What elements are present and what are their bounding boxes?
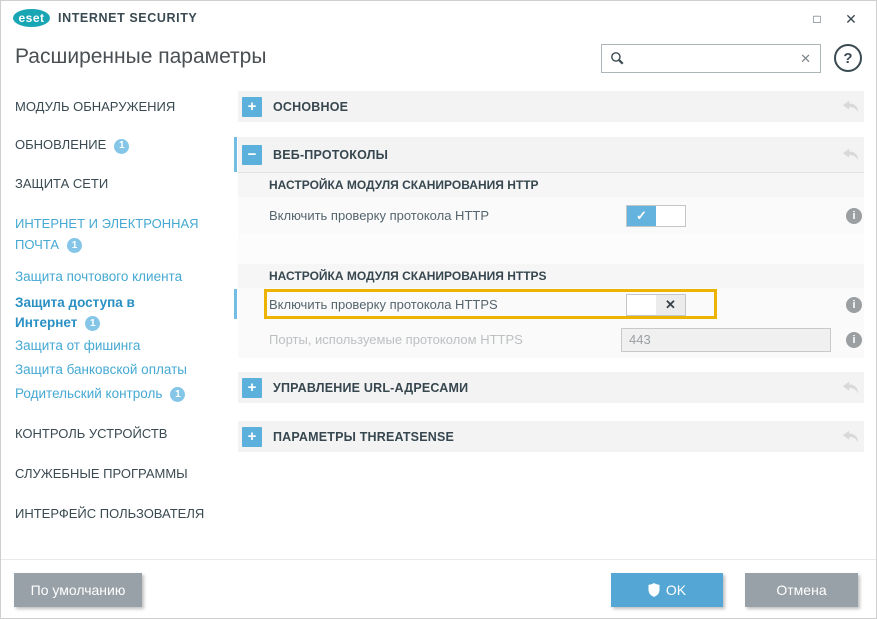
sidebar-item-label: ОБНОВЛЕНИЕ xyxy=(15,137,106,152)
info-icon[interactable]: i xyxy=(846,332,862,348)
sidebar-item-network-protection[interactable]: ЗАЩИТА СЕТИ xyxy=(15,176,226,192)
group-gap xyxy=(238,234,864,264)
sidebar-item-label: ИНТЕРНЕТ И ЭЛЕКТРОННАЯ ПОЧТА xyxy=(15,216,199,252)
collapse-icon[interactable]: − xyxy=(242,145,262,165)
sidebar: МОДУЛЬ ОБНАРУЖЕНИЯ ОБНОВЛЕНИЕ 1 ЗАЩИТА СЕ… xyxy=(1,91,238,559)
section-header-threatsense[interactable]: + ПАРАМЕТРЫ THREATSENSE xyxy=(238,421,864,452)
section-title: УПРАВЛЕНИЕ URL-АДРЕСАМИ xyxy=(273,381,468,395)
sidebar-item-anti-phishing[interactable]: Защита от фишинга xyxy=(15,338,226,354)
notification-badge: 1 xyxy=(170,387,185,402)
settings-panel: + ОСНОВНОЕ − ВЕБ-ПРОТОКОЛЫ НАСТР xyxy=(238,91,864,452)
titlebar: eset INTERNET SECURITY □ ✕ xyxy=(1,1,876,37)
default-button[interactable]: По умолчанию xyxy=(14,573,142,607)
section-title: ВЕБ-ПРОТОКОЛЫ xyxy=(273,148,388,162)
https-ports-input xyxy=(621,328,831,352)
notification-badge: 1 xyxy=(114,139,129,154)
toggle-http-scanning[interactable]: ✓ xyxy=(626,205,686,227)
eset-logo-icon: eset xyxy=(13,9,50,27)
notification-badge: 1 xyxy=(85,316,100,331)
sidebar-item-label: ИНТЕРФЕЙС ПОЛЬЗОВАТЕЛЯ xyxy=(15,506,204,521)
sidebar-item-parental-control[interactable]: Родительский контроль 1 xyxy=(15,386,226,403)
sidebar-item-update[interactable]: ОБНОВЛЕНИЕ 1 xyxy=(15,137,226,154)
ok-button[interactable]: OK xyxy=(611,573,723,607)
sidebar-item-web-access-protection[interactable]: Защита доступа в Интернет1 xyxy=(15,293,175,333)
section-web-protocols: − ВЕБ-ПРОТОКОЛЫ НАСТРОЙКА МОДУЛЯ СКАНИРО… xyxy=(238,137,864,358)
sidebar-item-web-and-email[interactable]: ИНТЕРНЕТ И ЭЛЕКТРОННАЯ ПОЧТА1 xyxy=(15,213,220,255)
group-header-http: НАСТРОЙКА МОДУЛЯ СКАНИРОВАНИЯ HTTP xyxy=(238,173,864,197)
group-header-https: НАСТРОЙКА МОДУЛЯ СКАНИРОВАНИЯ HTTPS xyxy=(238,264,864,288)
sidebar-item-banking-protection[interactable]: Защита банковской оплаты xyxy=(15,362,226,378)
sidebar-item-label: МОДУЛЬ ОБНАРУЖЕНИЯ xyxy=(15,99,175,114)
revert-icon[interactable] xyxy=(842,381,859,394)
section-gap xyxy=(238,403,864,421)
setting-row-https-ports: Порты, используемые протоколом HTTPS i xyxy=(238,321,864,358)
cancel-button[interactable]: Отмена xyxy=(745,573,858,607)
section-gap xyxy=(238,122,864,137)
search-clear-icon[interactable]: ✕ xyxy=(800,51,811,67)
close-button[interactable]: ✕ xyxy=(838,7,864,31)
search-box[interactable]: ✕ xyxy=(601,44,821,73)
sidebar-item-label: СЛУЖЕБНЫЕ ПРОГРАММЫ xyxy=(15,466,188,481)
section-gap xyxy=(238,358,864,372)
footer-bar: По умолчанию OK Отмена xyxy=(1,559,876,618)
section-title: ПАРАМЕТРЫ THREATSENSE xyxy=(273,430,454,444)
setting-label: Включить проверку протокола HTTP xyxy=(238,208,489,223)
shield-icon xyxy=(648,583,660,597)
sidebar-item-label: КОНТРОЛЬ УСТРОЙСТВ xyxy=(15,426,167,441)
toggle-on-half: ✓ xyxy=(627,206,656,226)
expand-icon[interactable]: + xyxy=(242,427,262,447)
sidebar-item-tools[interactable]: СЛУЖЕБНЫЕ ПРОГРАММЫ xyxy=(15,466,226,482)
setting-row-http-scanning: Включить проверку протокола HTTP ✓ i xyxy=(238,197,864,234)
section-title: ОСНОВНОЕ xyxy=(273,100,348,114)
setting-row-https-scanning: Включить проверку протокола HTTPS ✕ i xyxy=(238,288,864,321)
toggle-off-half xyxy=(656,206,685,226)
notification-badge: 1 xyxy=(67,238,82,253)
product-title: INTERNET SECURITY xyxy=(58,11,197,25)
revert-icon[interactable] xyxy=(842,148,859,161)
toggle-https-scanning[interactable]: ✕ xyxy=(626,294,686,316)
expand-icon[interactable]: + xyxy=(242,378,262,398)
toggle-on-half xyxy=(627,295,656,315)
info-icon[interactable]: i xyxy=(846,297,862,313)
sidebar-item-device-control[interactable]: КОНТРОЛЬ УСТРОЙСТВ xyxy=(15,426,226,442)
sidebar-item-label: Родительский контроль xyxy=(15,386,162,401)
sidebar-item-user-interface[interactable]: ИНТЕРФЕЙС ПОЛЬЗОВАТЕЛЯ xyxy=(15,506,226,522)
sidebar-item-label: ЗАЩИТА СЕТИ xyxy=(15,176,108,191)
sidebar-item-email-client-protection[interactable]: Защита почтового клиента xyxy=(15,269,226,285)
revert-icon[interactable] xyxy=(842,430,859,443)
toggle-off-half: ✕ xyxy=(656,295,685,315)
search-icon xyxy=(610,51,625,66)
sidebar-item-detection-engine[interactable]: МОДУЛЬ ОБНАРУЖЕНИЯ xyxy=(15,99,226,115)
search-input[interactable] xyxy=(631,51,791,66)
cancel-button-label: Отмена xyxy=(776,582,826,598)
eset-settings-window: eset INTERNET SECURITY □ ✕ Расширенные п… xyxy=(0,0,877,619)
help-icon[interactable]: ? xyxy=(834,44,862,72)
eset-logo: eset INTERNET SECURITY xyxy=(13,9,197,27)
page-title: Расширенные параметры xyxy=(15,45,266,69)
sidebar-item-label: Защита почтового клиента xyxy=(15,269,182,284)
ok-button-label: OK xyxy=(666,582,686,598)
revert-icon[interactable] xyxy=(842,100,859,113)
setting-label: Включить проверку протокола HTTPS xyxy=(238,297,498,312)
section-header-web-protocols[interactable]: − ВЕБ-ПРОТОКОЛЫ xyxy=(238,137,864,173)
sidebar-item-label: Защита от фишинга xyxy=(15,338,140,353)
sidebar-item-label: Защита доступа в Интернет xyxy=(15,295,135,330)
default-button-label: По умолчанию xyxy=(31,582,126,598)
section-header-url-management[interactable]: + УПРАВЛЕНИЕ URL-АДРЕСАМИ xyxy=(238,372,864,403)
section-header-basic[interactable]: + ОСНОВНОЕ xyxy=(238,91,864,122)
setting-label: Порты, используемые протоколом HTTPS xyxy=(238,332,523,347)
expand-icon[interactable]: + xyxy=(242,97,262,117)
info-icon[interactable]: i xyxy=(846,208,862,224)
maximize-button[interactable]: □ xyxy=(804,7,830,31)
sidebar-item-label: Защита банковской оплаты xyxy=(15,362,187,377)
